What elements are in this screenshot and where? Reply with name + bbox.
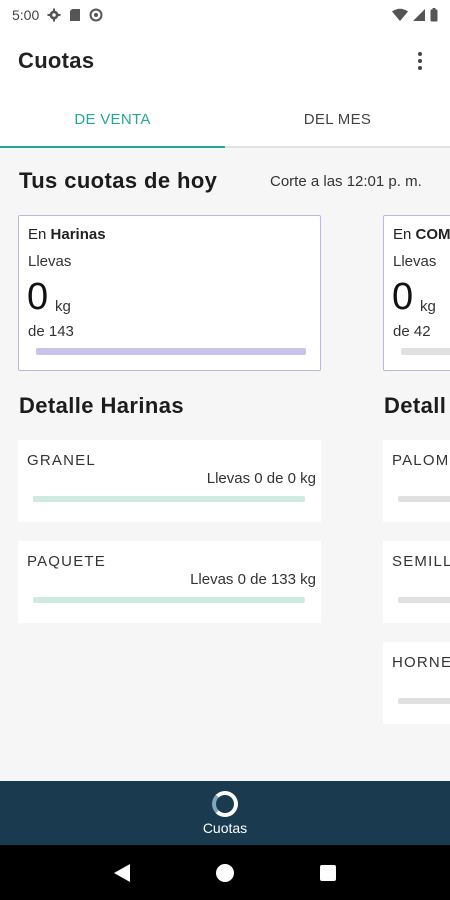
quota-card-category: COM [415, 226, 450, 243]
detail-row-name: GRANEL [27, 452, 96, 469]
menu-dot [418, 66, 422, 70]
page-title: Cuotas [18, 48, 95, 73]
detail-row-name: HORNE [392, 654, 450, 671]
wifi-icon [392, 8, 408, 22]
detail-row-progress-text: Llevas 0 de 133 kg [190, 571, 316, 588]
quota-card-heading: En COM [393, 226, 450, 243]
status-time: 5:00 [12, 7, 40, 23]
quota-card-harinas[interactable]: En Harinas Llevas 0 kg de 143 [18, 215, 321, 371]
quota-card-com[interactable]: En COM Llevas 0 kg de 42 [383, 215, 450, 371]
detail-row-palom[interactable]: PALOM [383, 440, 450, 522]
detail-progress-bar [398, 597, 450, 603]
gear-icon [47, 8, 61, 22]
signal-icon [413, 8, 425, 22]
detail-progress-bar [33, 597, 305, 603]
status-left: 5:00 [12, 7, 103, 23]
quota-progress-bar [401, 348, 450, 355]
quota-card-unit: kg [55, 298, 71, 315]
detail-row-progress-text: Llevas 0 de 0 kg [206, 470, 316, 487]
detail-progress-bar [398, 496, 450, 502]
tab-del-mes[interactable]: DEL MES [225, 92, 450, 146]
detail-row-paquete[interactable]: PAQUETE Llevas 0 de 133 kg [18, 541, 321, 623]
recents-square-icon[interactable] [313, 858, 343, 888]
quotas-content[interactable]: Tus cuotas de hoy Corte a las 12:01 p. m… [0, 148, 450, 781]
detail-title: Detalle Harinas [19, 393, 184, 418]
menu-dot [418, 59, 422, 63]
quota-ring-icon [212, 790, 238, 817]
system-nav [0, 845, 450, 900]
detail-progress-bar [398, 698, 450, 704]
detail-row-name: SEMILL [392, 553, 450, 570]
quota-card-carry-label: Llevas [393, 253, 437, 270]
quota-card-heading: En Harinas [28, 226, 106, 243]
back-triangle-icon[interactable] [107, 858, 137, 888]
detail-row-semill[interactable]: SEMILL [383, 541, 450, 623]
cutoff-time: Corte a las 12:01 p. m. [270, 173, 422, 190]
more-vert-icon[interactable] [408, 46, 432, 76]
sync-icon [89, 8, 103, 22]
detail-title: Detall [384, 393, 447, 418]
tab-de-venta[interactable]: DE VENTA [0, 92, 225, 148]
detail-row-name: PALOM [392, 452, 450, 469]
menu-dot [418, 52, 422, 56]
quota-card-prefix: En [393, 226, 412, 243]
app-bar: Cuotas [0, 30, 450, 92]
sd-card-icon [69, 8, 81, 22]
today-title: Tus cuotas de hoy [19, 168, 218, 193]
quota-card-amount: 0 [27, 276, 49, 318]
quota-card-amount: 0 [392, 276, 414, 318]
detail-progress-bar [33, 496, 305, 502]
quota-progress-bar [36, 348, 306, 355]
quota-card-target: de 143 [28, 323, 74, 340]
status-bar: 5:00 [0, 0, 450, 30]
detail-row-name: PAQUETE [27, 553, 106, 570]
bottom-nav-label: Cuotas [202, 819, 248, 836]
quota-card-category: Harinas [50, 226, 106, 243]
status-right [392, 8, 438, 22]
quota-card-unit: kg [420, 298, 436, 315]
quota-card-prefix: En [28, 226, 47, 243]
quota-card-carry-label: Llevas [28, 253, 72, 270]
tab-bar: DE VENTA DEL MES [0, 92, 450, 148]
quota-card-target: de 42 [393, 323, 431, 340]
home-circle-icon[interactable] [210, 858, 240, 888]
bottom-nav-cuotas[interactable]: Cuotas [0, 781, 450, 845]
detail-row-horne[interactable]: HORNE [383, 642, 450, 724]
battery-icon [430, 8, 438, 22]
detail-row-granel[interactable]: GRANEL Llevas 0 de 0 kg [18, 440, 321, 522]
